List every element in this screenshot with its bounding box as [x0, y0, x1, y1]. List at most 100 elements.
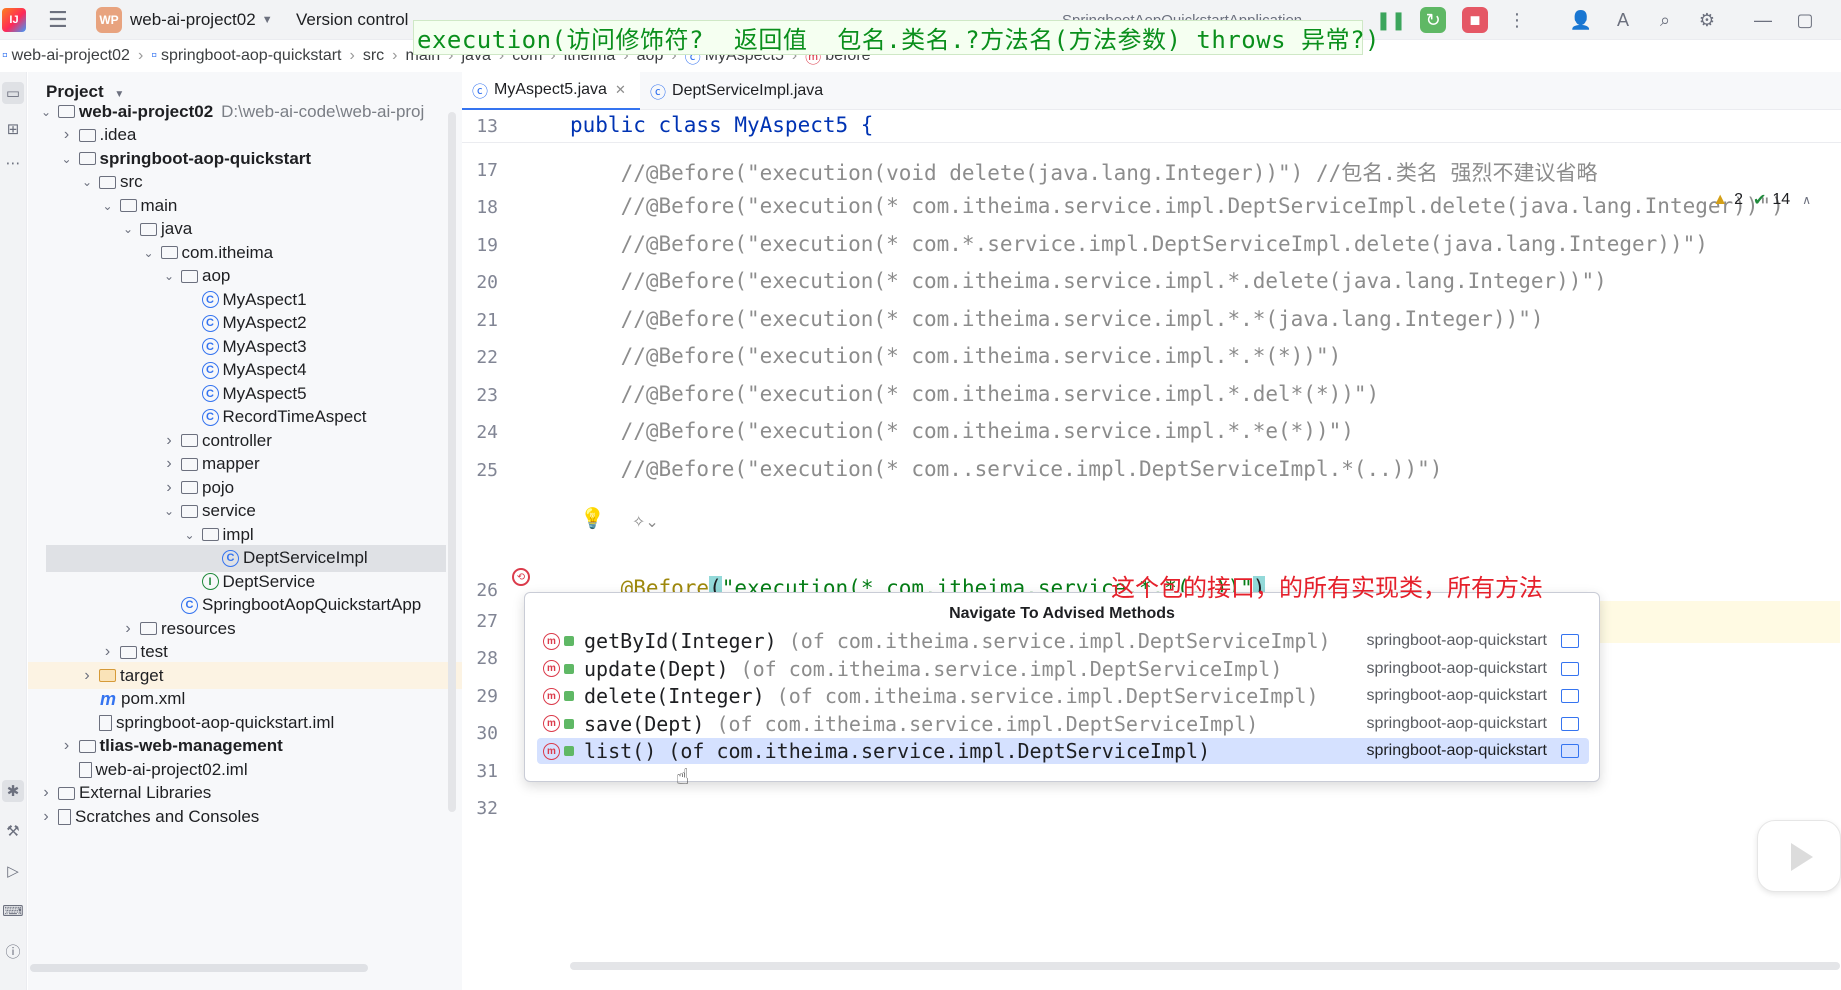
advised-method-item[interactable]: m getById(Integer) (of com.itheima.servic… — [537, 628, 1589, 654]
stop-icon[interactable]: ■ — [1462, 7, 1488, 33]
library-icon — [58, 786, 75, 800]
tree-item-label: main — [140, 195, 178, 215]
chevron-right-icon[interactable]: › — [161, 432, 177, 450]
tree-horizontal-scrollbar[interactable] — [30, 964, 368, 972]
warning-icon: ▲ — [1712, 191, 1729, 208]
problems-tool-icon[interactable]: ⓘ — [2, 940, 24, 962]
structure-tool-icon[interactable]: ⊞ — [2, 118, 24, 140]
advised-method-item[interactable]: m save(Dept) (of com.itheima.service.impl… — [537, 711, 1589, 737]
close-icon[interactable]: ✕ — [615, 82, 626, 98]
hamburger-icon: ☰ — [48, 7, 68, 32]
line-number: 30 — [476, 723, 498, 744]
tree-item-label: resources — [161, 618, 236, 638]
build-tool-icon[interactable]: ⚒ — [2, 820, 24, 842]
tree-item-path: D:\web-ai-code\web-ai-proj — [221, 101, 425, 121]
chevron-down-icon[interactable]: ⌄ — [161, 504, 177, 518]
chevron-right-icon[interactable]: › — [161, 479, 177, 497]
tree-item-label: springboot-aop-quickstart — [99, 148, 312, 168]
chevron-right-icon[interactable]: › — [38, 808, 54, 826]
tree-item[interactable]: › Scratches and Consoles — [28, 803, 462, 830]
line-number: 13 — [476, 116, 498, 137]
editor-horizontal-scrollbar[interactable] — [570, 962, 1840, 970]
sticky-class-header[interactable]: 13 public class MyAspect5 { — [462, 110, 1841, 143]
public-access-icon — [564, 691, 574, 701]
annotation-note: 这个包的接口，的所有实现类，所有方法 — [1111, 574, 1543, 602]
main-menu-button[interactable]: ☰ — [48, 0, 68, 40]
debug-resume-icon[interactable]: ❚❚ — [1376, 7, 1406, 33]
minimize-icon[interactable]: — — [1750, 7, 1776, 33]
chevron-down-icon[interactable]: ⌄ — [161, 269, 177, 283]
tree-item-label: mapper — [202, 454, 260, 473]
chevron-down-icon[interactable]: ⌄ — [182, 528, 198, 542]
tree-item-label: impl — [222, 524, 254, 544]
folder-icon — [99, 669, 116, 682]
advice-gutter-icon[interactable]: ⟲ — [512, 568, 530, 586]
chevron-up-icon[interactable]: ∧ — [1802, 193, 1811, 207]
method-module: springboot-aop-quickstart — [1366, 687, 1547, 704]
chevron-right-icon[interactable]: › — [120, 620, 136, 638]
advised-method-item[interactable]: m update(Dept) (of com.itheima.service.im… — [537, 656, 1589, 682]
tree-item-label: RecordTimeAspect — [222, 407, 367, 426]
tab-myaspect5[interactable]: ⓒ MyAspect5.java ✕ — [462, 72, 640, 110]
vcs-menu[interactable]: Version control — [296, 0, 408, 40]
search-icon[interactable]: ⌕ — [1652, 7, 1678, 33]
ai-assist-icon[interactable]: ✧⌄ — [632, 512, 659, 532]
terminal-tool-icon[interactable]: ⌨ — [2, 900, 24, 922]
scratch-icon — [58, 808, 71, 825]
line-number: 25 — [476, 459, 498, 481]
line-number: 18 — [476, 197, 498, 218]
method-icon: m — [543, 687, 560, 705]
inspection-widget[interactable]: ▲ 2 ✔ 14 ∧ — [1712, 190, 1811, 210]
package-icon — [160, 246, 178, 259]
line-number: 20 — [476, 272, 498, 293]
line-number: 28 — [476, 648, 498, 669]
breadcrumb-item[interactable]: springboot-aop-quickstart — [161, 47, 342, 65]
debug-tool-icon[interactable]: ✱ — [2, 780, 24, 802]
chevron-right-icon[interactable]: › — [79, 667, 95, 685]
spring-app-icon: C — [181, 596, 198, 614]
translate-icon[interactable]: A — [1610, 7, 1636, 33]
gear-icon[interactable]: ⚙ — [1694, 7, 1720, 33]
services-tool-icon[interactable]: ▷ — [2, 860, 24, 882]
lightbulb-icon[interactable]: 💡 — [580, 506, 605, 531]
chevron-down-icon[interactable]: ⌄ — [38, 105, 54, 119]
advised-method-item[interactable]: m delete(Integer) (of com.itheima.service… — [537, 683, 1589, 709]
method-owner: (of com.itheima.service.impl.DeptService… — [728, 656, 1283, 681]
package-icon — [181, 504, 198, 518]
code-line: //@Before("execution(* com.itheima.servi… — [570, 344, 1342, 368]
chevron-right-icon[interactable]: › — [100, 643, 116, 661]
sticky-code: public class MyAspect5 { — [570, 113, 874, 137]
line-number: 22 — [476, 347, 498, 368]
chevron-down-icon[interactable]: ⌄ — [59, 152, 75, 166]
chevron-right-icon[interactable]: › — [59, 126, 75, 144]
advised-method-item[interactable]: m list() (of com.itheima.service.impl.Dep… — [537, 738, 1589, 764]
tab-deptserviceimpl[interactable]: ⓒ DeptServiceImpl.java — [640, 72, 833, 110]
public-access-icon — [564, 663, 574, 674]
module-folder-icon — [1561, 661, 1579, 676]
project-tool-icon[interactable]: ▭ — [2, 82, 24, 104]
breadcrumb-item[interactable]: web-ai-project02 — [12, 47, 130, 65]
maximize-icon[interactable]: ▢ — [1792, 7, 1818, 33]
tree-item-label: External Libraries — [79, 783, 212, 802]
tree-vertical-scrollbar[interactable] — [448, 112, 456, 812]
chevron-down-icon[interactable]: ⌄ — [100, 199, 116, 213]
chevron-right-icon[interactable]: › — [161, 455, 177, 473]
more-tools-icon[interactable]: ⋯ — [2, 152, 24, 174]
chevron-down-icon[interactable]: ⌄ — [141, 246, 157, 260]
method-icon: m — [543, 660, 560, 677]
chevron-down-icon[interactable]: ⌄ — [120, 222, 136, 236]
breadcrumb-item[interactable]: src — [363, 47, 384, 65]
tree-item-label: com.itheima — [181, 242, 274, 262]
user-icon[interactable]: 👤 — [1568, 7, 1594, 33]
chevron-right-icon[interactable]: › — [59, 737, 75, 755]
rerun-icon[interactable]: ↻ — [1420, 7, 1446, 33]
code-area[interactable]: //@Before("execution(void com.itheima.se… — [570, 110, 1840, 990]
floating-video-widget[interactable] — [1757, 820, 1841, 892]
method-owner: (of com.itheima.service.impl.DeptService… — [704, 711, 1259, 736]
project-switcher[interactable]: WP web-ai-project02 ▼ — [96, 0, 273, 40]
more-actions-icon[interactable]: ⋮ — [1504, 7, 1530, 33]
intellij-logo-icon[interactable]: IJ — [2, 8, 26, 32]
chevron-right-icon[interactable]: › — [38, 784, 54, 802]
chevron-down-icon[interactable]: ⌄ — [79, 175, 95, 189]
tree-item-label: DeptServiceImpl — [243, 548, 368, 567]
